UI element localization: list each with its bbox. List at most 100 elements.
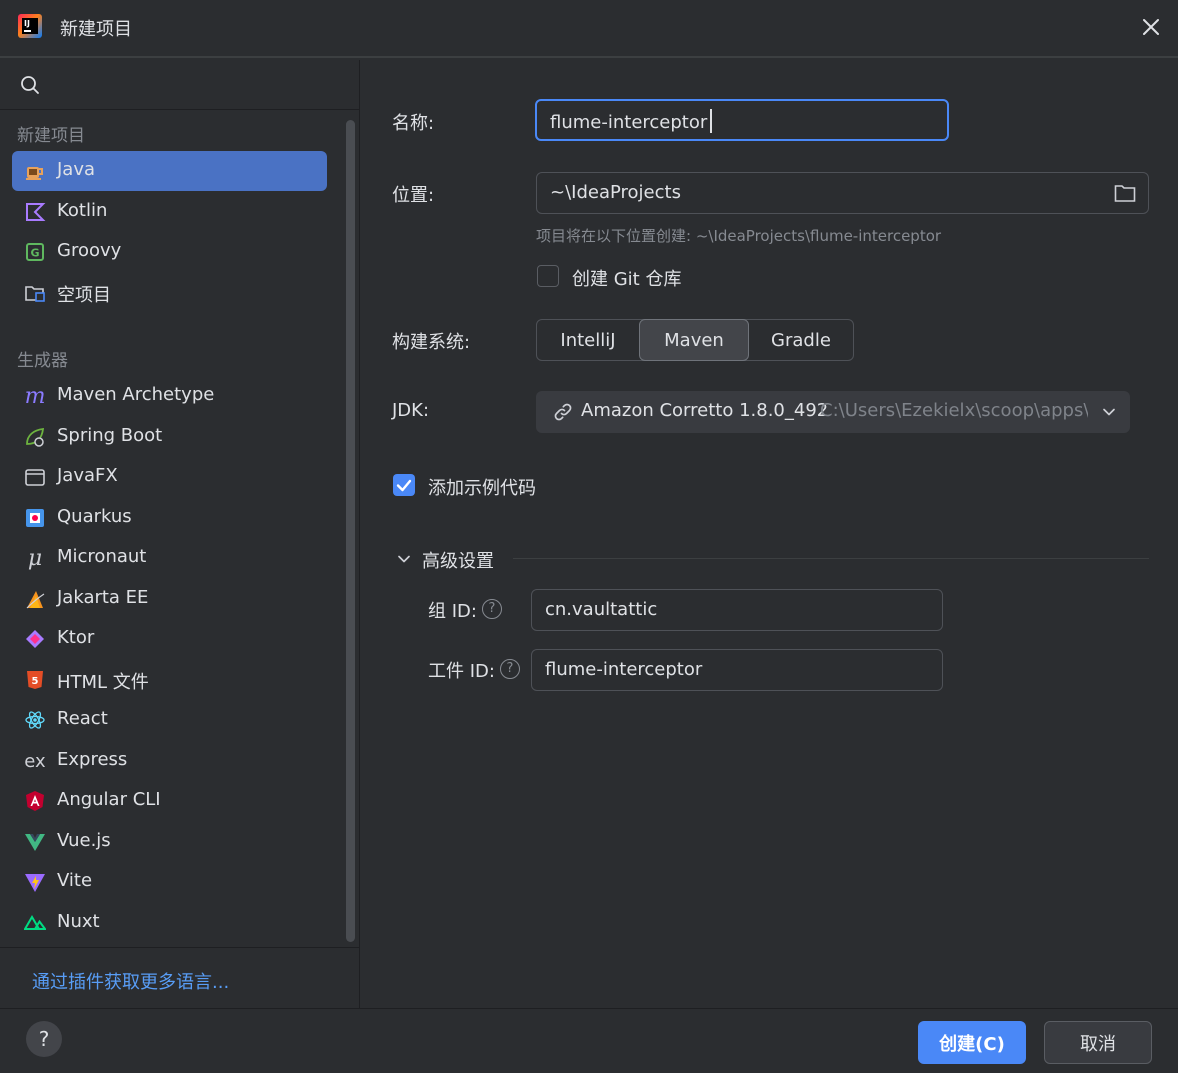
title-bar: IJ 新建项目	[0, 0, 1178, 58]
sidebar-item-empty-project[interactable]: 空项目	[12, 273, 327, 313]
sidebar-search[interactable]	[0, 60, 360, 110]
cancel-button[interactable]: 取消	[1044, 1021, 1152, 1064]
sidebar-item-label: JavaFX	[57, 465, 118, 486]
html5-icon: 5	[24, 669, 46, 691]
advanced-settings-toggle[interactable]: 高级设置	[422, 547, 494, 573]
help-icon[interactable]: ?	[482, 599, 502, 619]
ktor-icon	[24, 628, 46, 650]
jdk-path: C:\Users\Ezekielx\scoop\apps\c	[820, 400, 1088, 421]
create-button[interactable]: 创建(C)	[918, 1021, 1026, 1064]
sidebar-item-html[interactable]: 5 HTML 文件	[12, 660, 327, 700]
sidebar-item-jakarta-ee[interactable]: Jakarta EE	[12, 579, 327, 619]
name-value: flume-interceptor	[550, 112, 708, 133]
build-option-intellij[interactable]: IntelliJ	[537, 320, 639, 360]
sidebar-item-label: Spring Boot	[57, 425, 163, 446]
sidebar-item-label: Micronaut	[57, 546, 147, 567]
location-hint: 项目将在以下位置创建: ~\IdeaProjects\flume-interce…	[536, 227, 942, 245]
empty-project-icon	[24, 282, 46, 304]
sidebar-item-label: Java	[57, 159, 96, 180]
dialog-footer: ? 创建(C) 取消	[0, 1008, 1178, 1073]
javafx-window-icon	[24, 466, 46, 488]
jdk-label: JDK:	[392, 400, 430, 421]
help-icon[interactable]: ?	[500, 659, 520, 679]
get-more-languages-link[interactable]: 通过插件获取更多语言...	[32, 968, 229, 994]
search-icon[interactable]	[20, 75, 40, 95]
project-type-sidebar: 新建项目 Java Kotlin G Groovy 空项目 生成器 m Mave…	[0, 60, 360, 1008]
sidebar-item-react[interactable]: React	[12, 700, 327, 740]
close-icon[interactable]	[1138, 14, 1164, 40]
sidebar-item-express[interactable]: ex Express	[12, 741, 327, 781]
sidebar-item-label: Maven Archetype	[57, 384, 215, 405]
sidebar-item-label: Vue.js	[57, 830, 111, 851]
sidebar-item-javafx[interactable]: JavaFX	[12, 457, 327, 497]
sidebar-item-label: Quarkus	[57, 506, 132, 527]
help-button[interactable]: ?	[26, 1021, 62, 1057]
sidebar-item-label: Angular CLI	[57, 789, 161, 810]
sidebar-item-label: Express	[57, 749, 128, 770]
sidebar-item-vue[interactable]: Vue.js	[12, 822, 327, 862]
jdk-dropdown[interactable]: Amazon Corretto 1.8.0_492 C:\Users\Ezeki…	[536, 391, 1130, 433]
sample-code-checkbox[interactable]	[393, 474, 415, 496]
group-id-value: cn.vaultattic	[545, 599, 658, 620]
name-label: 名称:	[392, 113, 435, 134]
quarkus-icon	[24, 507, 46, 529]
sidebar-item-quarkus[interactable]: Quarkus	[12, 498, 327, 538]
react-icon	[24, 709, 46, 731]
window-title: 新建项目	[60, 19, 132, 40]
artifact-id-value: flume-interceptor	[545, 659, 703, 680]
section-generators: 生成器	[17, 351, 68, 371]
artifact-id-label: 工件 ID:	[428, 661, 495, 682]
sidebar-item-label: HTML 文件	[57, 672, 149, 693]
artifact-id-input[interactable]: flume-interceptor	[531, 649, 943, 691]
sidebar-item-label: Jakarta EE	[57, 587, 149, 608]
nuxt-icon	[24, 912, 46, 934]
maven-icon: m	[24, 383, 46, 409]
sidebar-item-label: Kotlin	[57, 200, 108, 221]
sidebar-item-spring-boot[interactable]: Spring Boot	[12, 417, 327, 457]
express-icon: ex	[24, 750, 46, 772]
build-option-maven[interactable]: Maven	[639, 319, 749, 361]
git-repo-checkbox[interactable]	[537, 265, 559, 287]
divider	[513, 558, 1149, 559]
sidebar-item-micronaut[interactable]: μ Micronaut	[12, 538, 327, 578]
sidebar-item-java[interactable]: Java	[12, 151, 327, 191]
sidebar-item-nuxt[interactable]: Nuxt	[12, 903, 327, 943]
sidebar-item-kotlin[interactable]: Kotlin	[12, 192, 327, 232]
svg-text:5: 5	[32, 676, 39, 687]
sidebar-item-vite[interactable]: Vite	[12, 862, 327, 902]
divider	[0, 947, 360, 948]
group-id-input[interactable]: cn.vaultattic	[531, 589, 943, 631]
location-value: ~\IdeaProjects	[550, 182, 681, 203]
angular-icon	[24, 790, 46, 812]
build-option-gradle[interactable]: Gradle	[749, 320, 853, 360]
build-system-selector: IntelliJ Maven Gradle	[536, 319, 854, 361]
sidebar-item-label: Vite	[57, 870, 93, 891]
jakarta-ee-icon	[24, 588, 46, 610]
sidebar-item-label: 空项目	[57, 285, 111, 306]
svg-text:G: G	[30, 247, 39, 260]
section-new-project: 新建项目	[17, 126, 85, 146]
sidebar-scrollbar[interactable]	[346, 120, 355, 942]
group-id-label: 组 ID:	[428, 601, 477, 622]
vite-icon	[24, 871, 46, 893]
chevron-down-icon	[1103, 408, 1115, 416]
vue-icon	[24, 831, 46, 853]
sidebar-item-label: React	[57, 708, 108, 729]
name-input[interactable]: flume-interceptor	[535, 99, 949, 141]
project-settings-form: 名称: flume-interceptor 位置: ~\IdeaProjects…	[361, 60, 1178, 1008]
sidebar-item-label: Nuxt	[57, 911, 100, 932]
sidebar-item-ktor[interactable]: Ktor	[12, 619, 327, 659]
jdk-name: Amazon Corretto 1.8.0_492	[581, 400, 829, 421]
chevron-down-icon[interactable]	[397, 552, 411, 566]
sidebar-item-groovy[interactable]: G Groovy	[12, 232, 327, 272]
folder-icon[interactable]	[1114, 183, 1136, 203]
sidebar-item-angular-cli[interactable]: Angular CLI	[12, 781, 327, 821]
location-input[interactable]: ~\IdeaProjects	[536, 172, 1149, 214]
kotlin-icon	[24, 201, 46, 223]
java-cup-icon	[24, 160, 46, 182]
checkmark-icon	[396, 479, 412, 492]
text-caret	[710, 109, 713, 133]
sidebar-item-maven-archetype[interactable]: m Maven Archetype	[12, 376, 327, 416]
groovy-icon: G	[24, 241, 46, 263]
spring-boot-icon	[24, 426, 46, 448]
